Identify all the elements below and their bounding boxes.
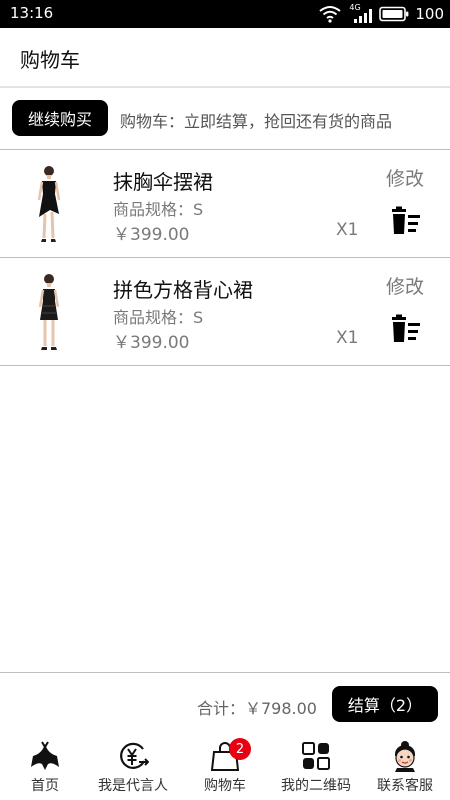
yen-exchange-icon <box>120 742 149 769</box>
tab-label: 购物车 <box>204 778 246 794</box>
battery-icon <box>379 6 409 22</box>
tab-qrcode[interactable]: 我的二维码 <box>271 736 361 800</box>
total-amount: 合计：￥798.00 <box>197 699 317 718</box>
tab-label: 首页 <box>31 778 59 794</box>
status-bar: 13:16 4G 100 <box>0 0 450 28</box>
checkout-bar: 合计：￥798.00 结算（2） <box>0 672 450 736</box>
notice-text: 购物车：立即结算，抢回还有货的商品 <box>120 112 393 131</box>
tab-bar: 首页 我是代言人 2 购物车 我的二维码 联系客服 <box>0 736 450 800</box>
cart-item[interactable]: 拼色方格背心裙 商品规格：S ￥399.00 X1 修改 <box>0 258 450 366</box>
item-spec: 商品规格：S <box>113 200 204 219</box>
tab-label: 我是代言人 <box>98 778 168 794</box>
tab-cart[interactable]: 2 购物车 <box>180 736 270 800</box>
qrcode-icon <box>302 742 330 770</box>
item-price: ￥399.00 <box>113 333 190 353</box>
checkout-button[interactable]: 结算（2） <box>332 686 438 722</box>
edit-button[interactable]: 修改 <box>386 164 424 191</box>
item-quantity: X1 <box>336 220 359 240</box>
page-title: 购物车 <box>20 48 80 72</box>
tab-label: 我的二维码 <box>281 778 351 794</box>
support-avatar-icon <box>395 741 415 772</box>
tab-home[interactable]: 首页 <box>0 736 90 800</box>
wifi-icon <box>319 6 341 23</box>
item-name[interactable]: 抹胸伞摆裙 <box>113 166 213 195</box>
item-spec: 商品规格：S <box>113 308 204 327</box>
cart-badge: 2 <box>229 738 251 760</box>
dress-photo[interactable] <box>26 162 72 246</box>
header: 购物车 <box>0 28 450 88</box>
item-name[interactable]: 拼色方格背心裙 <box>113 274 253 303</box>
tab-ambassador[interactable]: 我是代言人 <box>88 736 178 800</box>
tab-label: 联系客服 <box>377 778 433 794</box>
cart-item[interactable]: 抹胸伞摆裙 商品规格：S ￥399.00 X1 修改 <box>0 150 450 258</box>
continue-shopping-button[interactable]: 继续购买 <box>12 100 108 136</box>
battery-level: 100 <box>415 5 444 23</box>
item-quantity: X1 <box>336 328 359 348</box>
notice-bar: 继续购买 购物车：立即结算，抢回还有货的商品 <box>0 92 450 150</box>
trash-icon[interactable] <box>390 314 422 344</box>
signal-indicator: 4G <box>347 3 373 23</box>
home-logo-icon <box>31 741 59 770</box>
trash-icon[interactable] <box>390 206 422 236</box>
edit-button[interactable]: 修改 <box>386 272 424 299</box>
tab-support[interactable]: 联系客服 <box>360 736 450 800</box>
signal-icon <box>354 9 373 23</box>
dress-photo[interactable] <box>26 270 72 354</box>
item-price: ￥399.00 <box>113 225 190 245</box>
status-time: 13:16 <box>10 4 54 22</box>
status-icons: 4G 100 <box>319 3 444 25</box>
